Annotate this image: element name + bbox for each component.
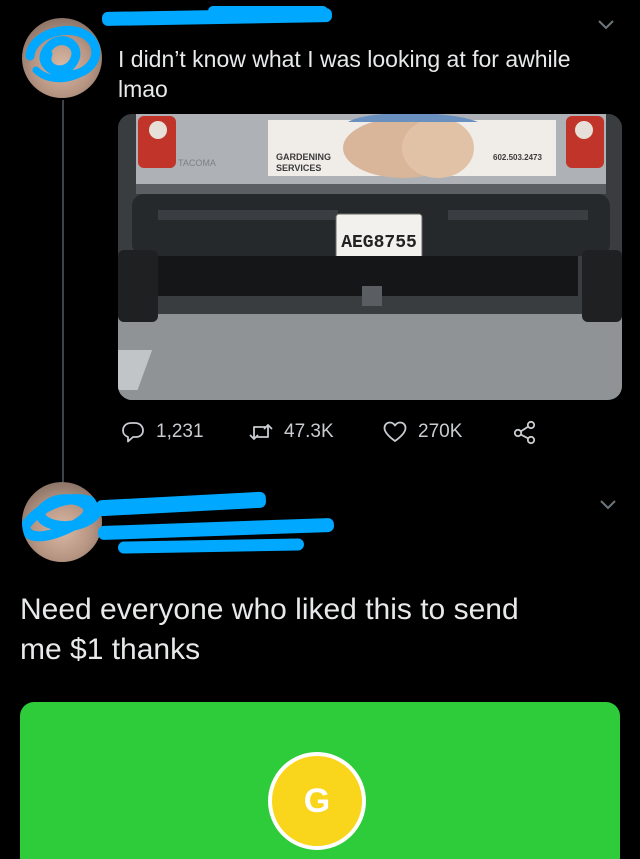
avatar[interactable]	[22, 18, 102, 98]
avatar[interactable]	[22, 482, 102, 562]
username-redaction	[95, 491, 267, 517]
svg-text:GARDENING: GARDENING	[276, 152, 331, 162]
handle-redaction	[208, 6, 328, 16]
svg-text:SERVICES: SERVICES	[276, 163, 321, 173]
svg-text:602.503.2473: 602.503.2473	[493, 153, 542, 162]
thread-connector	[62, 100, 64, 492]
avatar-redaction-scribble	[22, 494, 102, 542]
handle-redaction	[117, 538, 305, 554]
avatar-redaction-scribble	[25, 25, 101, 83]
heart-icon	[383, 421, 407, 442]
share-icon	[513, 420, 536, 445]
tweet-text: Need everyone who liked this to send me …	[20, 593, 519, 666]
chevron-down-icon[interactable]	[596, 14, 616, 34]
like-button[interactable]: 270K	[382, 419, 462, 445]
svg-text:TACOMA: TACOMA	[178, 158, 216, 168]
tweet-image-truck[interactable]: GARDENING SERVICES 602.503.2473 TACOMA A…	[118, 114, 622, 400]
reply-icon	[122, 422, 144, 443]
link-card-image[interactable]: G	[20, 702, 620, 859]
logo-letter: G	[303, 781, 331, 820]
share-button[interactable]	[512, 419, 538, 445]
tweet-text: I didn’t know what I was looking at for …	[118, 46, 571, 102]
app-logo: G	[268, 752, 366, 850]
retweet-button[interactable]: 47.3K	[248, 419, 334, 445]
retweet-count: 47.3K	[284, 421, 334, 442]
timeline: I didn’t know what I was looking at for …	[0, 0, 640, 859]
tweet-actions: 1,231 47.3K 270K	[120, 412, 560, 452]
svg-text:AEG8755: AEG8755	[341, 233, 417, 253]
chevron-down-icon[interactable]	[598, 494, 618, 514]
reply-count: 1,231	[156, 421, 204, 442]
handle-redaction	[97, 517, 335, 541]
like-count: 270K	[418, 421, 463, 442]
reply-button[interactable]: 1,231	[120, 419, 204, 445]
retweet-icon	[249, 424, 273, 440]
